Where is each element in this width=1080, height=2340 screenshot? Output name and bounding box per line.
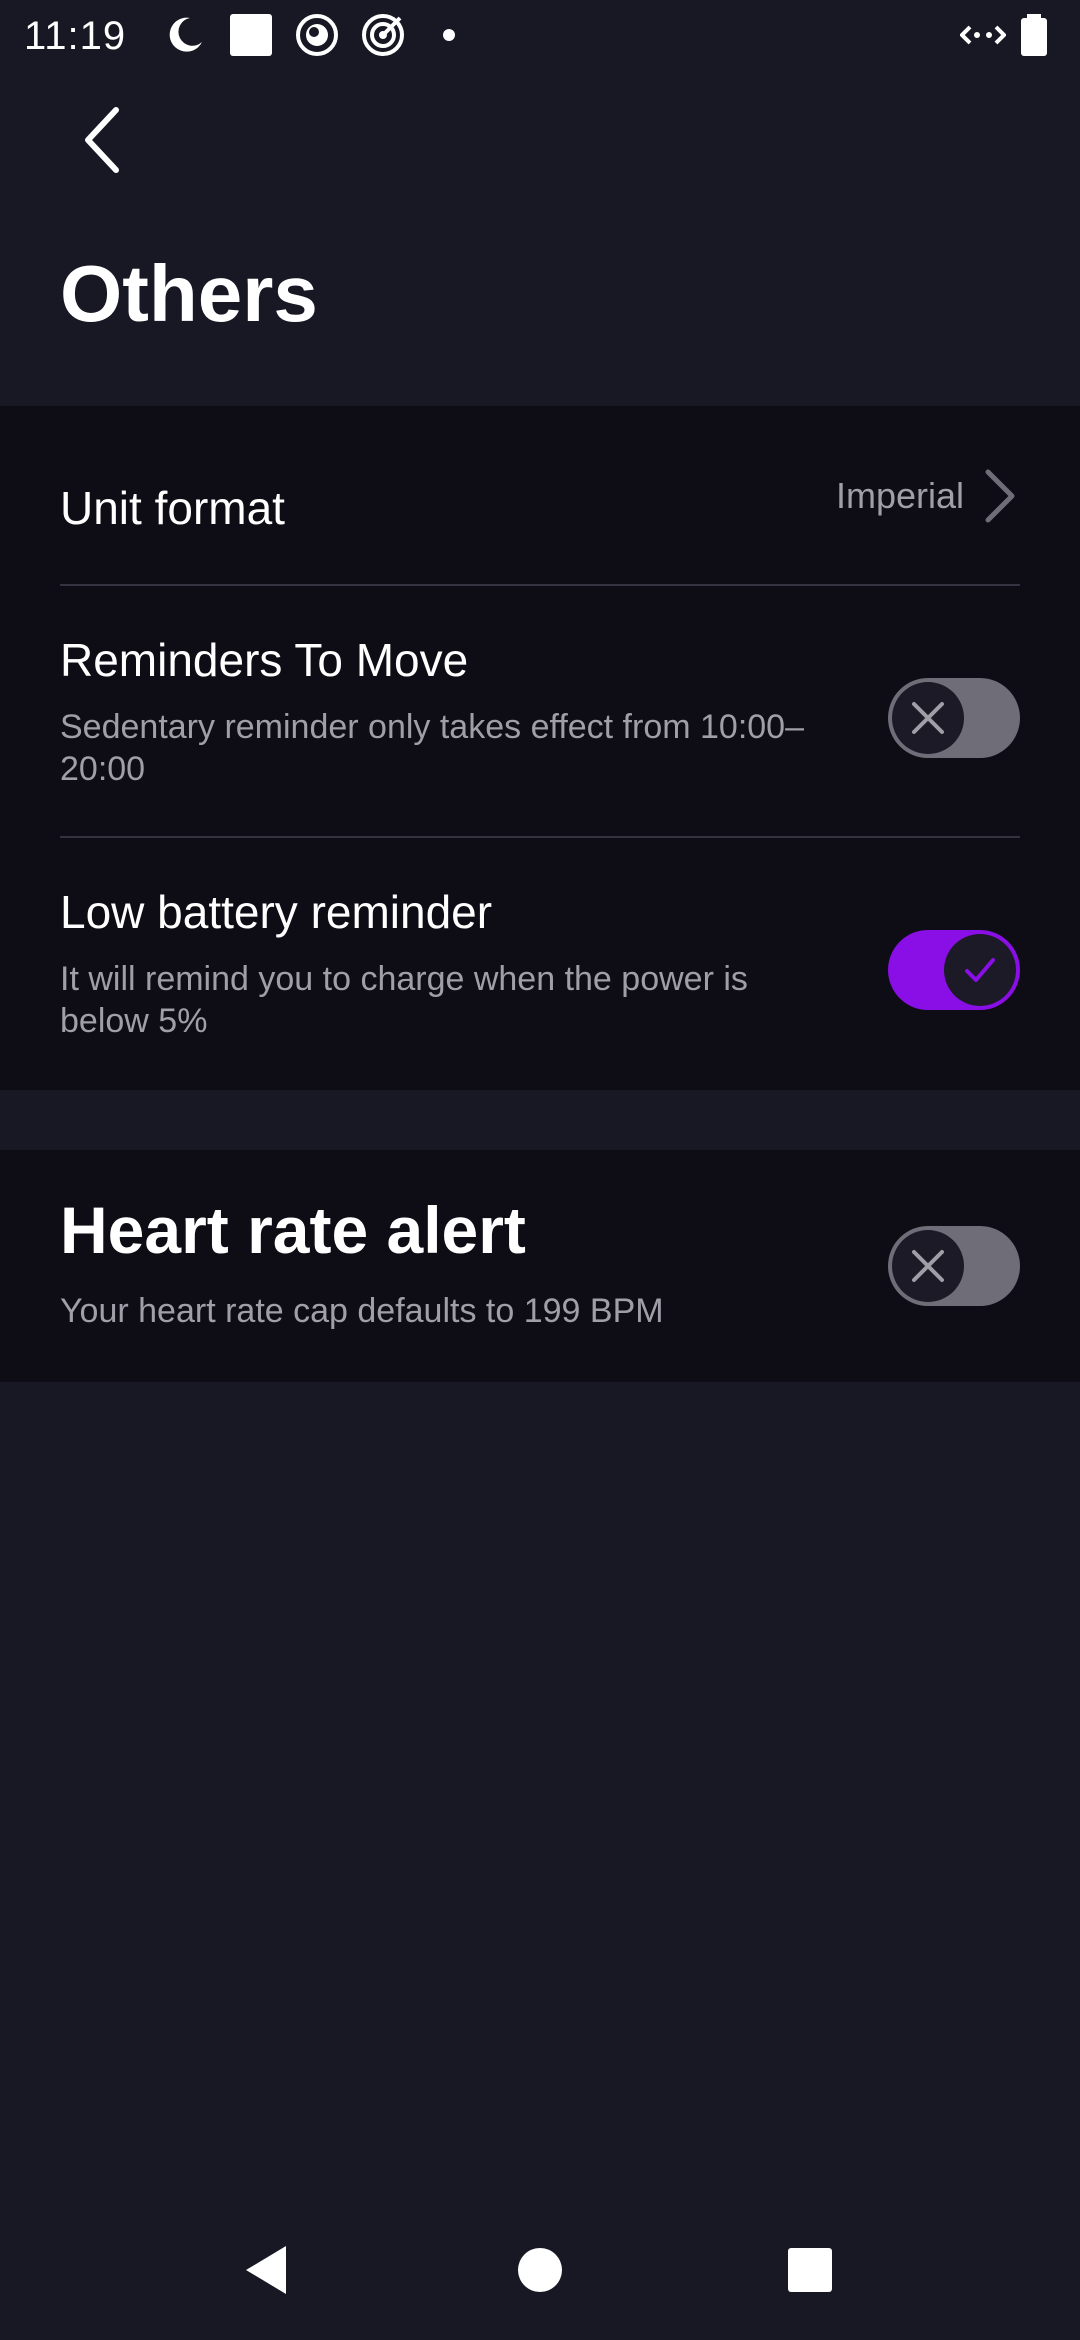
sync-circle-icon	[294, 12, 340, 58]
reminders-to-move-description: Sedentary reminder only takes effect fro…	[60, 708, 804, 788]
reminders-to-move-label: Reminders To Move	[60, 634, 469, 686]
close-icon	[912, 702, 944, 734]
nav-recents-icon	[788, 2248, 832, 2292]
toggle-knob	[944, 934, 1016, 1006]
status-time: 11:19	[24, 14, 127, 58]
low-battery-row: Low battery reminder It will remind you …	[60, 838, 1020, 1090]
battery-icon	[1014, 12, 1054, 58]
settings-card: Unit format Imperial Reminders To Move S…	[0, 406, 1080, 1090]
navigation-bar	[0, 2200, 1080, 2340]
others-settings-screen: 11:19 Others Unit format Imperial Remind…	[0, 0, 1080, 2340]
reminders-to-move-toggle[interactable]	[888, 678, 1020, 758]
low-battery-description: It will remind you to charge when the po…	[60, 960, 748, 1040]
nav-back-button[interactable]	[238, 2240, 298, 2300]
reminders-to-move-row: Reminders To Move Sedentary reminder onl…	[60, 586, 1020, 836]
back-button[interactable]	[62, 100, 142, 180]
target-icon	[360, 12, 406, 58]
heart-rate-alert-toggle[interactable]	[888, 1226, 1020, 1306]
back-arrow-icon	[85, 107, 119, 173]
status-bar: 11:19	[0, 0, 1080, 72]
low-battery-label: Low battery reminder	[60, 886, 493, 938]
nav-back-icon	[246, 2246, 286, 2294]
unit-format-label: Unit format	[60, 482, 285, 534]
check-icon	[965, 958, 995, 982]
page-title: Others	[60, 249, 318, 338]
low-battery-toggle[interactable]	[888, 930, 1020, 1010]
close-icon	[912, 1250, 944, 1282]
heart-rate-alert-label: Heart rate alert	[60, 1193, 526, 1267]
dot-icon	[426, 12, 472, 58]
toggle-knob	[892, 1230, 964, 1302]
nav-home-icon	[518, 2248, 562, 2292]
heart-rate-card: Heart rate alert Your heart rate cap def…	[0, 1150, 1080, 1382]
nav-recents-button[interactable]	[780, 2240, 840, 2300]
nav-home-button[interactable]	[510, 2240, 570, 2300]
data-transfer-icon	[960, 12, 1006, 58]
toggle-knob	[892, 682, 964, 754]
chevron-right-icon	[980, 468, 1020, 524]
heart-rate-alert-description: Your heart rate cap defaults to 199 BPM	[60, 1292, 664, 1330]
white-square-icon	[228, 12, 274, 58]
heart-rate-alert-row: Heart rate alert Your heart rate cap def…	[60, 1150, 1020, 1382]
do-not-disturb-icon	[162, 12, 208, 58]
unit-format-row[interactable]: Unit format Imperial	[60, 406, 1020, 584]
unit-format-value: Imperial	[835, 475, 964, 516]
